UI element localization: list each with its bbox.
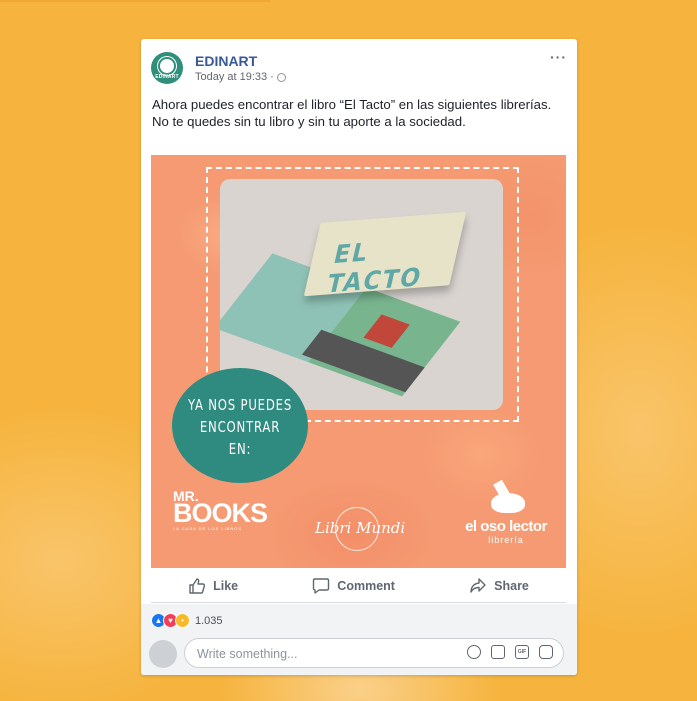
comment-input[interactable]: Write something... GIF [184, 638, 564, 668]
post-text: Ahora puedes encontrar el libro “El Tact… [152, 97, 552, 129]
top-accent-line [0, 0, 270, 2]
wow-reaction-icon: • [175, 613, 190, 628]
like-button[interactable]: Like [188, 577, 238, 595]
share-button[interactable]: Share [469, 577, 529, 595]
comment-label: Comment [337, 579, 395, 593]
badge-line-2: ENCONTRAR EN: [199, 418, 281, 458]
badge-line-1: YA NOS PUEDES [187, 396, 293, 414]
thumbs-up-icon [189, 578, 206, 594]
more-options-button[interactable]: ··· [550, 49, 567, 65]
bear-icon [483, 479, 529, 515]
comment-placeholder: Write something... [197, 647, 298, 661]
libri-mundi-logo: Libri Mundi [311, 507, 411, 551]
post-image[interactable]: EL TACTO YA NOS PUEDES ENCONTRAR EN: MR.… [151, 155, 566, 568]
reactions-summary[interactable]: ▲ ♥ • 1.035 [151, 613, 223, 628]
like-label: Like [213, 579, 239, 593]
comment-button[interactable]: Comment [312, 577, 395, 595]
book-title: EL TACTO [324, 237, 426, 299]
page-name-link[interactable]: EDINART [195, 53, 257, 69]
gif-icon[interactable]: GIF [515, 645, 529, 659]
emoji-icon[interactable] [467, 645, 481, 659]
closed-book: EL TACTO [303, 211, 467, 299]
camera-icon[interactable] [491, 645, 505, 659]
mr-books-logo: MR. BOOKS LA CASA DE LOS LIBROS [173, 488, 268, 531]
oso-lector-logo: el oso lector librería [456, 479, 556, 561]
action-bar: Like Comment Share [151, 570, 566, 603]
sun-logo-icon [160, 58, 174, 73]
comment-icon [313, 578, 330, 594]
sticker-icon[interactable] [539, 645, 553, 659]
share-icon [470, 578, 486, 593]
post-card: EDINART EDINART Today at 19:33 · ··· Aho… [141, 39, 577, 675]
meta-separator: · [270, 71, 274, 83]
globe-icon [276, 72, 286, 82]
page-avatar[interactable]: EDINART [151, 52, 183, 84]
find-us-badge: YA NOS PUEDES ENCONTRAR EN: [172, 368, 308, 483]
timestamp[interactable]: Today at 19:33 [195, 71, 267, 83]
comment-tools: GIF [467, 645, 553, 659]
share-label: Share [494, 579, 529, 593]
post-footer: ▲ ♥ • 1.035 Write something... GIF [141, 604, 577, 675]
user-avatar [149, 640, 177, 668]
reaction-count[interactable]: 1.035 [195, 615, 223, 627]
avatar-label: EDINART [155, 73, 179, 80]
post-meta: Today at 19:33 · [195, 71, 286, 83]
